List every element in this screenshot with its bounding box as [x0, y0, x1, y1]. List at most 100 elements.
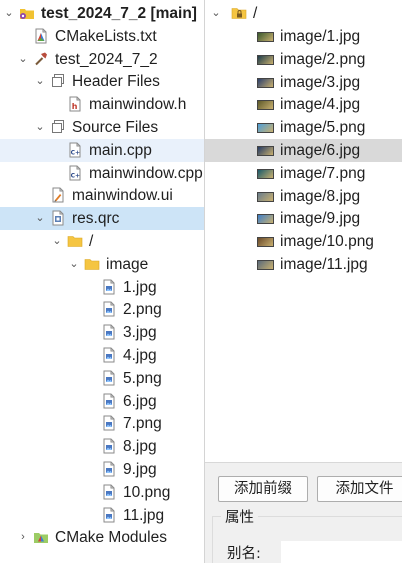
chevron-down-icon[interactable]: ⌄ [50, 234, 64, 248]
tree-item-header-files[interactable]: ⌄ Header Files [0, 70, 204, 93]
chevron-down-icon[interactable]: ⌄ [209, 6, 223, 20]
chevron-down-icon[interactable]: ⌄ [2, 6, 16, 20]
chevron-down-icon[interactable]: ⌄ [33, 211, 47, 225]
image-file-icon [101, 279, 117, 295]
folder-icon [84, 256, 100, 272]
resource-file-label: image/6.jpg [280, 142, 361, 159]
resource-file-item[interactable]: image/8.jpg [205, 185, 402, 208]
image-thumbnail-icon [257, 32, 274, 42]
cpp-file-icon: C+ [67, 142, 83, 158]
tree-item-cmake-modules[interactable]: › CMake Modules [0, 526, 204, 549]
svg-text:C+: C+ [71, 172, 80, 179]
resource-file-item[interactable]: image/11.jpg [205, 253, 402, 276]
tree-item-11-jpg[interactable]: 11.jpg [0, 504, 204, 527]
project-icon [19, 5, 35, 21]
resource-editor: ⌄ / image/1.jpg image/2.png image/3.jpg image… [205, 0, 402, 563]
image-thumbnail-icon [257, 123, 274, 134]
resource-file-item[interactable]: image/9.jpg [205, 207, 402, 230]
resource-file-label: image/2.png [280, 50, 366, 68]
resource-file-item[interactable]: image/3.jpg [205, 71, 402, 94]
hammer-icon [33, 51, 49, 67]
tree-item-5-png[interactable]: 5.png [0, 367, 204, 390]
add-prefix-button[interactable]: 添加前缀 [218, 476, 308, 502]
tree-item-test-2024-7-2-main[interactable]: ⌄ test_2024_7_2 [main] [0, 2, 204, 25]
resource-file-label: image/1.jpg [280, 28, 361, 45]
tree-item-label: res.qrc [72, 210, 120, 228]
resource-file-label: image/10.png [280, 233, 374, 251]
image-file-icon [101, 507, 117, 523]
image-thumbnail-icon [257, 214, 274, 225]
resource-controls: 添加前缀 添加文件 属性 别名: [205, 462, 402, 563]
add-files-button[interactable]: 添加文件 [317, 476, 402, 502]
image-thumbnail-icon [257, 100, 274, 111]
tree-item-source-files[interactable]: ⌄ Source Files [0, 116, 204, 139]
tree-item-label: CMake Modules [55, 529, 167, 547]
resource-file-item[interactable]: image/5.png [205, 116, 402, 139]
tree-item-label: mainwindow.h [89, 96, 187, 114]
image-file-icon [101, 301, 117, 317]
tree-item-8-jpg[interactable]: 8.jpg [0, 435, 204, 458]
tree-item-test-2024-7-2[interactable]: ⌄ test_2024_7_2 [0, 48, 204, 71]
project-tree[interactable]: ⌄ test_2024_7_2 [main] CMakeLists.txt ⌄ test… [0, 0, 204, 563]
tree-item-label: mainwindow.ui [72, 187, 173, 205]
resource-file-item[interactable]: image/10.png [205, 230, 402, 253]
tree-item-[interactable]: ⌄ / [0, 230, 204, 253]
resource-file-label: image/4.jpg [280, 96, 361, 114]
tree-item-label: 4.jpg [123, 347, 157, 364]
image-file-icon [101, 393, 117, 409]
tree-item-label: Header Files [72, 73, 160, 91]
tree-item-mainwindow-ui[interactable]: mainwindow.ui [0, 184, 204, 207]
chevron-right-icon[interactable]: › [16, 530, 30, 544]
resource-file-label: image/11.jpg [280, 256, 368, 273]
tree-item-mainwindow-cpp[interactable]: C+ mainwindow.cpp [0, 162, 204, 185]
chevron-down-icon[interactable]: ⌄ [33, 120, 47, 134]
tree-item-4-jpg[interactable]: 4.jpg [0, 344, 204, 367]
resource-file-item[interactable]: image/7.png [205, 162, 402, 185]
tree-item-label: main.cpp [89, 141, 152, 159]
tree-item-label: 7.png [123, 415, 162, 433]
resource-file-item[interactable]: image/2.png [205, 48, 402, 71]
alias-label: 别名: [227, 546, 261, 562]
alias-input[interactable] [281, 541, 402, 563]
chevron-down-icon[interactable]: ⌄ [16, 52, 30, 66]
tree-item-image[interactable]: ⌄ image [0, 253, 204, 276]
resource-file-item[interactable]: image/1.jpg [205, 25, 402, 48]
cmake-modules-icon [33, 529, 49, 545]
resource-prefix-root[interactable]: ⌄ / [205, 2, 402, 25]
resource-tree[interactable]: ⌄ / image/1.jpg image/2.png image/3.jpg image… [205, 0, 402, 462]
tree-item-label: / [89, 233, 94, 250]
tree-item-main-cpp[interactable]: C+ main.cpp [0, 138, 204, 162]
tree-item-res-qrc[interactable]: ⌄ res.qrc [0, 207, 204, 231]
tree-item-mainwindow-h[interactable]: h mainwindow.h [0, 93, 204, 116]
tree-item-label: 1.jpg [123, 278, 157, 296]
svg-text:h: h [72, 102, 78, 111]
resource-file-item[interactable]: image/6.jpg [205, 139, 402, 162]
tree-item-cmakelists-txt[interactable]: CMakeLists.txt [0, 25, 204, 48]
resource-file-label: image/8.jpg [280, 187, 361, 205]
prefix-lock-folder-icon [231, 5, 247, 21]
folder-icon [67, 233, 83, 249]
tree-item-10-png[interactable]: 10.png [0, 481, 204, 504]
tree-item-1-jpg[interactable]: 1.jpg [0, 276, 204, 299]
tree-item-label: 10.png [123, 483, 171, 501]
tree-item-label: Source Files [72, 119, 159, 136]
tree-item-9-jpg[interactable]: 9.jpg [0, 458, 204, 481]
chevron-down-icon[interactable]: ⌄ [67, 257, 81, 271]
cmake-file-icon [33, 28, 49, 44]
tree-item-2-png[interactable]: 2.png [0, 298, 204, 321]
tree-item-3-jpg[interactable]: 3.jpg [0, 321, 204, 344]
image-thumbnail-icon [257, 54, 274, 65]
tree-item-6-jpg[interactable]: 6.jpg [0, 390, 204, 413]
tree-item-label: 5.png [123, 369, 162, 387]
resource-file-label: image/7.png [280, 164, 366, 182]
chevron-down-icon[interactable]: ⌄ [33, 74, 47, 88]
image-thumbnail-icon [257, 237, 274, 248]
image-thumbnail-icon [257, 77, 274, 88]
image-thumbnail-icon [257, 191, 274, 202]
image-file-icon [101, 370, 117, 386]
resource-file-item[interactable]: image/4.jpg [205, 93, 402, 116]
tree-item-label: mainwindow.cpp [89, 164, 203, 182]
tree-item-7-png[interactable]: 7.png [0, 412, 204, 435]
tree-item-label: 9.jpg [123, 461, 157, 478]
cpp-file-icon: C+ [67, 165, 83, 181]
